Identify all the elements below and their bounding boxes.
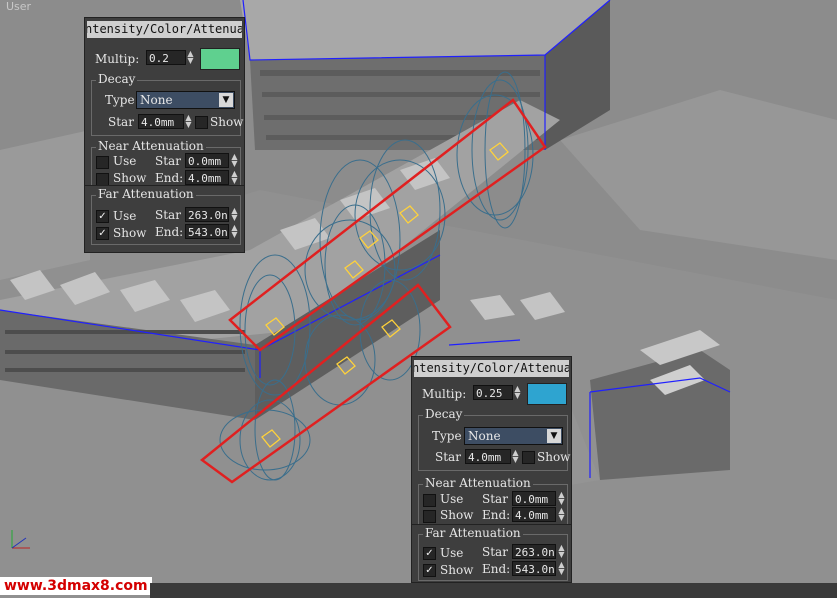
decay-start-input[interactable]: 4.0mm [465, 449, 511, 464]
decay-show-checkbox[interactable] [195, 116, 208, 129]
near-end-input[interactable]: 4.0mm [185, 170, 229, 185]
far-show-checkbox[interactable]: ✓ [96, 227, 109, 240]
multiplier-input[interactable]: 0.25 [473, 385, 513, 400]
near-use-checkbox[interactable] [423, 494, 436, 507]
near-start-input[interactable]: 0.0mm [512, 491, 556, 506]
spinner-arrows-icon[interactable]: ▲ ▼ [557, 561, 566, 576]
decay-type-value: None [468, 429, 501, 443]
multiplier-label: Multip: [95, 52, 140, 66]
near-use-label: Use [440, 492, 464, 506]
rollout-title[interactable]: ntensity/Color/Attenuati [414, 360, 569, 377]
decay-start-label: Star [435, 450, 461, 464]
decay-type-label: Type [432, 429, 462, 443]
multiplier-label: Multip: [422, 387, 467, 401]
far-use-checkbox[interactable]: ✓ [96, 210, 109, 223]
far-start-input[interactable]: 263.0n [185, 207, 229, 222]
decay-type-dropdown[interactable]: None ▼ [136, 91, 235, 109]
decay-type-value: None [140, 93, 173, 107]
near-show-checkbox[interactable] [96, 173, 109, 185]
near-attenuation-title: Near Attenuation [423, 476, 533, 490]
far-start-label: Star [155, 208, 181, 222]
far-use-checkbox[interactable]: ✓ [423, 547, 436, 560]
far-end-input[interactable]: 543.0n [512, 561, 556, 576]
far-start-input[interactable]: 263.0n [512, 544, 556, 559]
attenuation-panel-1-far: Far Attenuation ✓ Use Star 263.0n ▲ ▼ ✓ S… [84, 186, 245, 253]
decay-type-label: Type [105, 93, 135, 107]
far-attenuation-title: Far Attenuation [96, 187, 196, 201]
spinner-arrows-icon[interactable]: ▲ ▼ [557, 544, 566, 559]
decay-type-dropdown[interactable]: None ▼ [464, 427, 563, 445]
spinner-arrows-icon[interactable]: ▲ ▼ [230, 153, 239, 168]
far-end-label: End: [482, 562, 511, 576]
spinner-arrows-icon[interactable]: ▲ ▼ [186, 50, 195, 65]
status-bar [150, 583, 837, 598]
near-start-label: Star [482, 492, 508, 506]
rollout-title[interactable]: ntensity/Color/Attenuati [87, 21, 242, 38]
near-end-input[interactable]: 4.0mm [512, 507, 556, 522]
spinner-arrows-icon[interactable]: ▲ ▼ [230, 224, 239, 239]
near-end-label: End: [155, 171, 184, 185]
light-color-swatch[interactable] [200, 48, 240, 70]
far-end-label: End: [155, 225, 184, 239]
chevron-down-icon[interactable]: ▼ [219, 93, 233, 107]
viewport-label[interactable]: User [6, 0, 31, 13]
far-use-label: Use [113, 209, 137, 223]
far-use-label: Use [440, 546, 464, 560]
far-start-label: Star [482, 545, 508, 559]
near-show-label: Show [440, 508, 474, 522]
far-show-label: Show [440, 563, 474, 577]
near-start-label: Star [155, 154, 181, 168]
attenuation-panel-2: ntensity/Color/Attenuati Multip: 0.25 ▲▼… [411, 356, 572, 525]
near-use-label: Use [113, 154, 137, 168]
spinner-arrows-icon[interactable]: ▲ ▼ [511, 449, 520, 464]
spinner-arrows-icon[interactable]: ▲ ▼ [230, 207, 239, 222]
decay-start-label: Star [108, 115, 134, 129]
spinner-arrows-icon[interactable]: ▲ ▼ [230, 170, 239, 185]
near-show-checkbox[interactable] [423, 510, 436, 523]
far-attenuation-title: Far Attenuation [423, 526, 523, 540]
multiplier-input[interactable]: 0.2 [146, 50, 186, 65]
near-attenuation-title: Near Attenuation [96, 139, 206, 153]
decay-start-input[interactable]: 4.0mm [138, 114, 184, 129]
far-end-input[interactable]: 543.0n [185, 224, 229, 239]
decay-show-label: Show [537, 450, 571, 464]
decay-show-label: Show [210, 115, 244, 129]
near-use-checkbox[interactable] [96, 156, 109, 169]
far-show-checkbox[interactable]: ✓ [423, 564, 436, 577]
near-start-input[interactable]: 0.0mm [185, 153, 229, 168]
far-show-label: Show [113, 226, 147, 240]
decay-title: Decay [423, 407, 465, 421]
attenuation-panel-1: ntensity/Color/Attenuati Multip: 0.2 ▲▼ … [84, 17, 245, 186]
decay-show-checkbox[interactable] [522, 451, 535, 464]
spinner-arrows-icon[interactable]: ▲ ▼ [557, 491, 566, 506]
attenuation-panel-2-far: Far Attenuation ✓ Use Star 263.0n ▲ ▼ ✓ S… [411, 525, 572, 583]
spinner-arrows-icon[interactable]: ▲ ▼ [557, 507, 566, 522]
near-end-label: End: [482, 508, 511, 522]
light-color-swatch[interactable] [527, 383, 567, 405]
near-show-label: Show [113, 171, 147, 185]
watermark: www.3dmax8.com [0, 577, 152, 595]
spinner-arrows-icon[interactable]: ▲ ▼ [184, 114, 193, 129]
decay-title: Decay [96, 72, 138, 86]
chevron-down-icon[interactable]: ▼ [547, 429, 561, 443]
spinner-arrows-icon[interactable]: ▲ ▼ [513, 385, 522, 400]
